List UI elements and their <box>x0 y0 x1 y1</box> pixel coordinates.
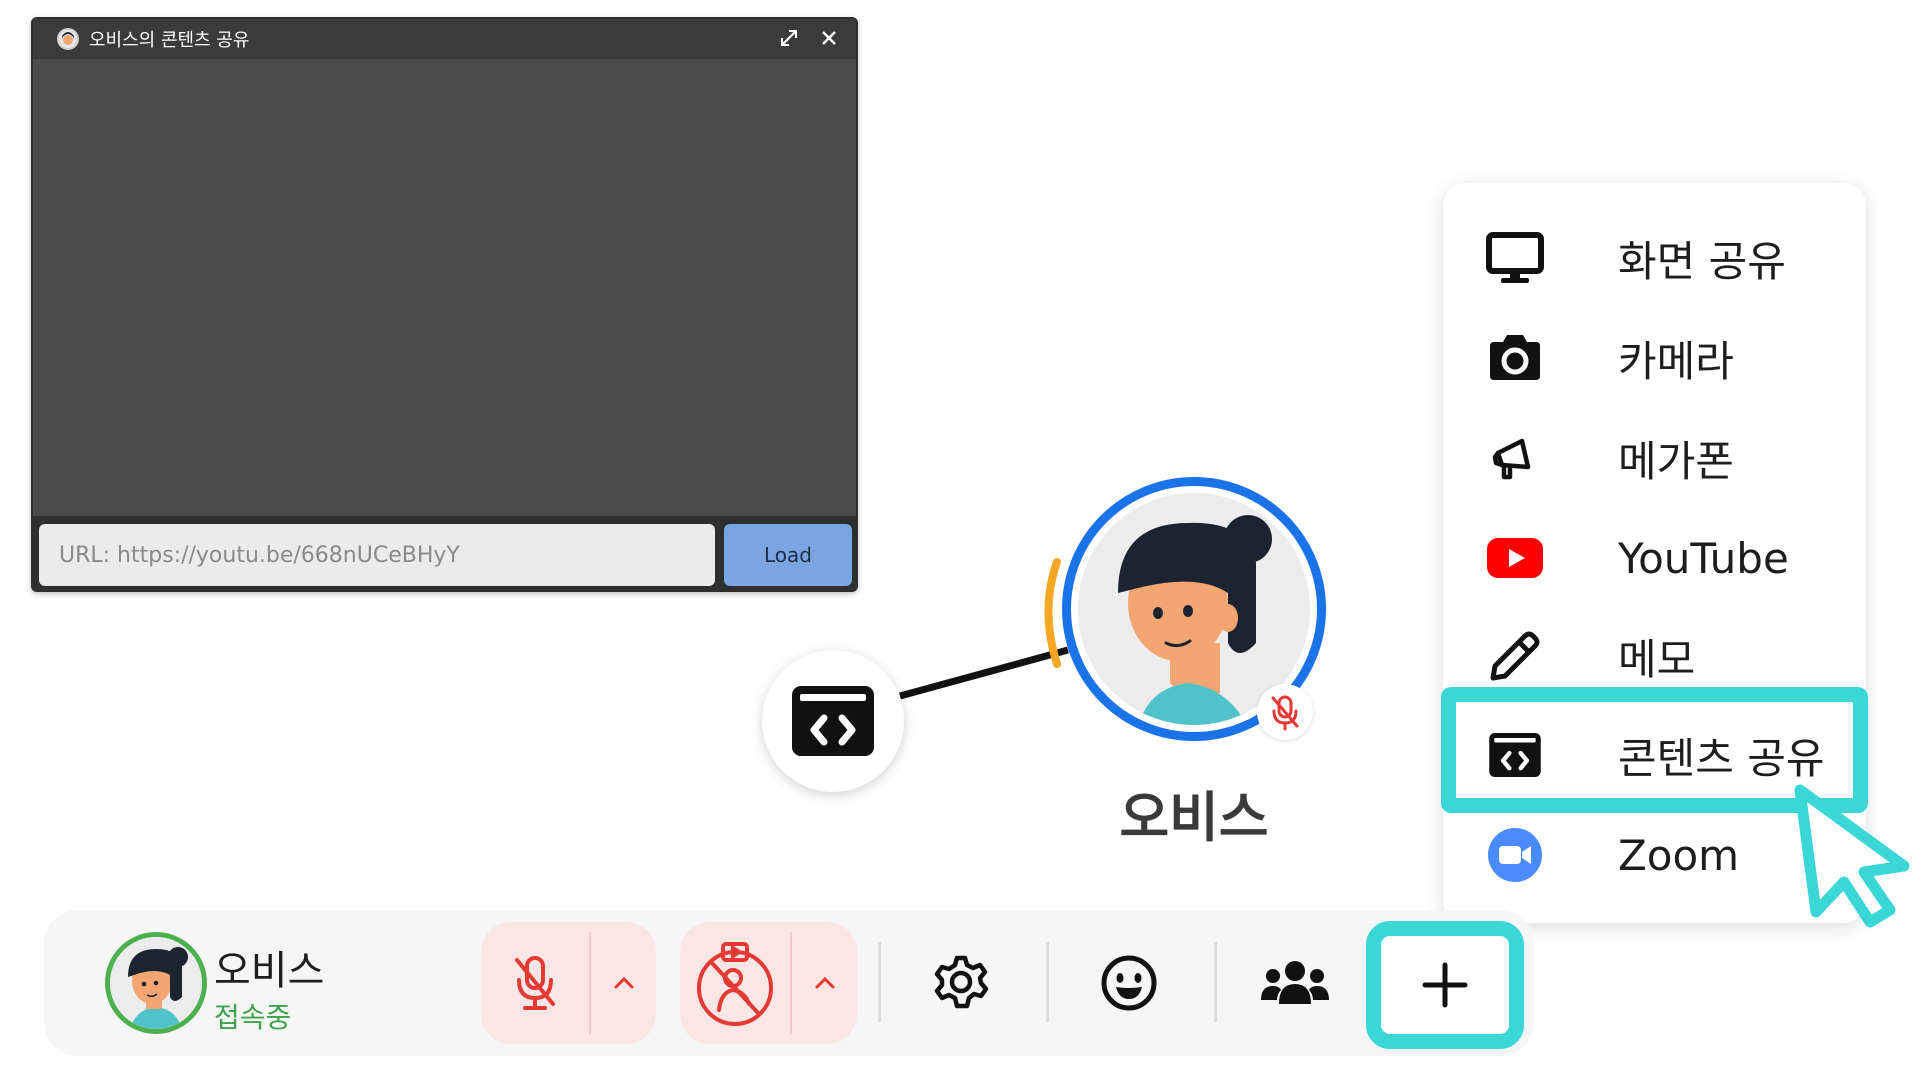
menu-item-camera[interactable]: 카메라 <box>1443 310 1866 406</box>
chevron-up-icon <box>815 976 834 989</box>
mic-muted-badge <box>1257 684 1313 740</box>
toolbar-divider <box>1046 942 1049 1022</box>
smiley-icon <box>1101 955 1157 1011</box>
window-titlebar[interactable]: 오비스의 콘텐츠 공유 <box>33 19 856 59</box>
zoom-icon <box>1488 828 1542 882</box>
content-share-window: 오비스의 콘텐츠 공유 Load <box>31 17 858 592</box>
load-button[interactable]: Load <box>724 524 852 586</box>
menu-item-label: Zoom <box>1618 830 1740 880</box>
plus-icon <box>1422 962 1468 1008</box>
content-share-icon <box>792 686 874 756</box>
menu-item-label: 화면 공유 <box>1618 236 1786 286</box>
chevron-up-icon <box>614 976 633 989</box>
camera-toggle-button[interactable] <box>680 922 790 1044</box>
pencil-icon <box>1490 631 1540 681</box>
camera-off-icon <box>697 942 773 1026</box>
youtube-icon <box>1487 538 1543 578</box>
mic-control-group <box>481 922 656 1044</box>
participants-button[interactable] <box>1240 930 1350 1036</box>
toolbar-divider <box>878 942 881 1022</box>
url-bar: Load <box>33 516 856 590</box>
mic-options-button[interactable] <box>591 922 656 1044</box>
menu-item-label: 콘텐츠 공유 <box>1618 733 1825 783</box>
menu-item-megaphone[interactable]: 메가폰 <box>1443 410 1866 506</box>
menu-item-memo[interactable]: 메모 <box>1443 608 1866 704</box>
bottom-toolbar: 오비스 접속중 <box>44 910 1534 1056</box>
reaction-button[interactable] <box>1074 930 1184 1036</box>
group-icon <box>1261 961 1329 1004</box>
url-input[interactable] <box>39 524 715 586</box>
close-icon[interactable] <box>816 25 842 51</box>
mic-muted-icon <box>515 956 555 1010</box>
menu-item-label: 메가폰 <box>1618 436 1734 486</box>
expand-icon[interactable] <box>776 25 802 51</box>
mic-muted-icon <box>1271 695 1299 731</box>
menu-item-youtube[interactable]: YouTube <box>1443 510 1866 606</box>
menu-item-screen-share[interactable]: 화면 공유 <box>1443 210 1866 306</box>
add-button[interactable] <box>1366 921 1524 1049</box>
camera-options-button[interactable] <box>792 922 857 1044</box>
megaphone-icon <box>1492 438 1531 480</box>
toolbar-divider <box>1214 942 1217 1022</box>
participant-name: 오비스 <box>1119 786 1269 849</box>
shared-content-area <box>33 59 856 534</box>
speaking-indicator <box>1044 558 1061 668</box>
cursor-icon <box>1794 784 1910 928</box>
my-avatar[interactable] <box>105 932 207 1034</box>
content-share-icon <box>1489 733 1541 777</box>
menu-item-label: YouTube <box>1618 533 1789 583</box>
monitor-icon <box>1486 232 1544 283</box>
window-title: 오비스의 콘텐츠 공유 <box>89 30 250 51</box>
camera-control-group <box>680 922 857 1044</box>
menu-item-label: 메모 <box>1618 634 1696 684</box>
menu-item-label: 카메라 <box>1618 336 1734 386</box>
connection-status: 접속중 <box>214 1001 292 1034</box>
mic-toggle-button[interactable] <box>481 922 589 1044</box>
person-illustration <box>110 937 202 1029</box>
camera-icon <box>1490 335 1540 380</box>
avatar <box>57 28 79 50</box>
settings-button[interactable] <box>906 930 1016 1036</box>
my-name: 오비스 <box>214 948 325 994</box>
content-share-node[interactable] <box>762 650 904 792</box>
gear-icon <box>934 955 989 1009</box>
